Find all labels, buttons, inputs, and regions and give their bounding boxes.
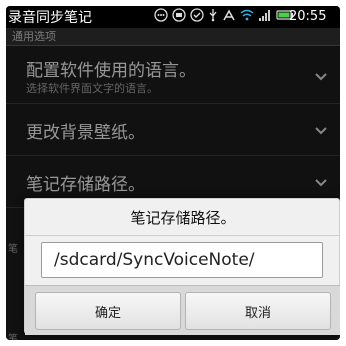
storage-path-input[interactable] — [41, 242, 323, 278]
debug-icon — [223, 9, 235, 21]
voicemail-icon — [154, 8, 168, 22]
cancel-button[interactable]: 取消 — [185, 292, 331, 330]
ok-button[interactable]: 确定 — [35, 292, 181, 330]
usb-icon — [209, 9, 217, 22]
message-icon — [172, 8, 186, 22]
status-icons — [154, 8, 294, 22]
check-circle-icon — [190, 8, 204, 22]
phone-screen: 录音同步笔记 20:55 通用选项 配置软件使用的语言。 选择软件界面文字的语言… — [6, 6, 340, 340]
signal-icon — [259, 10, 270, 21]
app-title: 录音同步笔记 — [8, 10, 92, 26]
status-bar: 录音同步笔记 20:55 — [6, 6, 340, 28]
storage-path-dialog: 笔记存储路径。 确定 取消 — [24, 198, 340, 335]
dialog-divider — [25, 235, 340, 236]
clock: 20:55 — [289, 9, 327, 24]
wifi-icon — [240, 9, 254, 21]
dialog-button-bar: 确定 取消 — [25, 285, 340, 335]
dialog-title: 笔记存储路径。 — [130, 209, 236, 227]
